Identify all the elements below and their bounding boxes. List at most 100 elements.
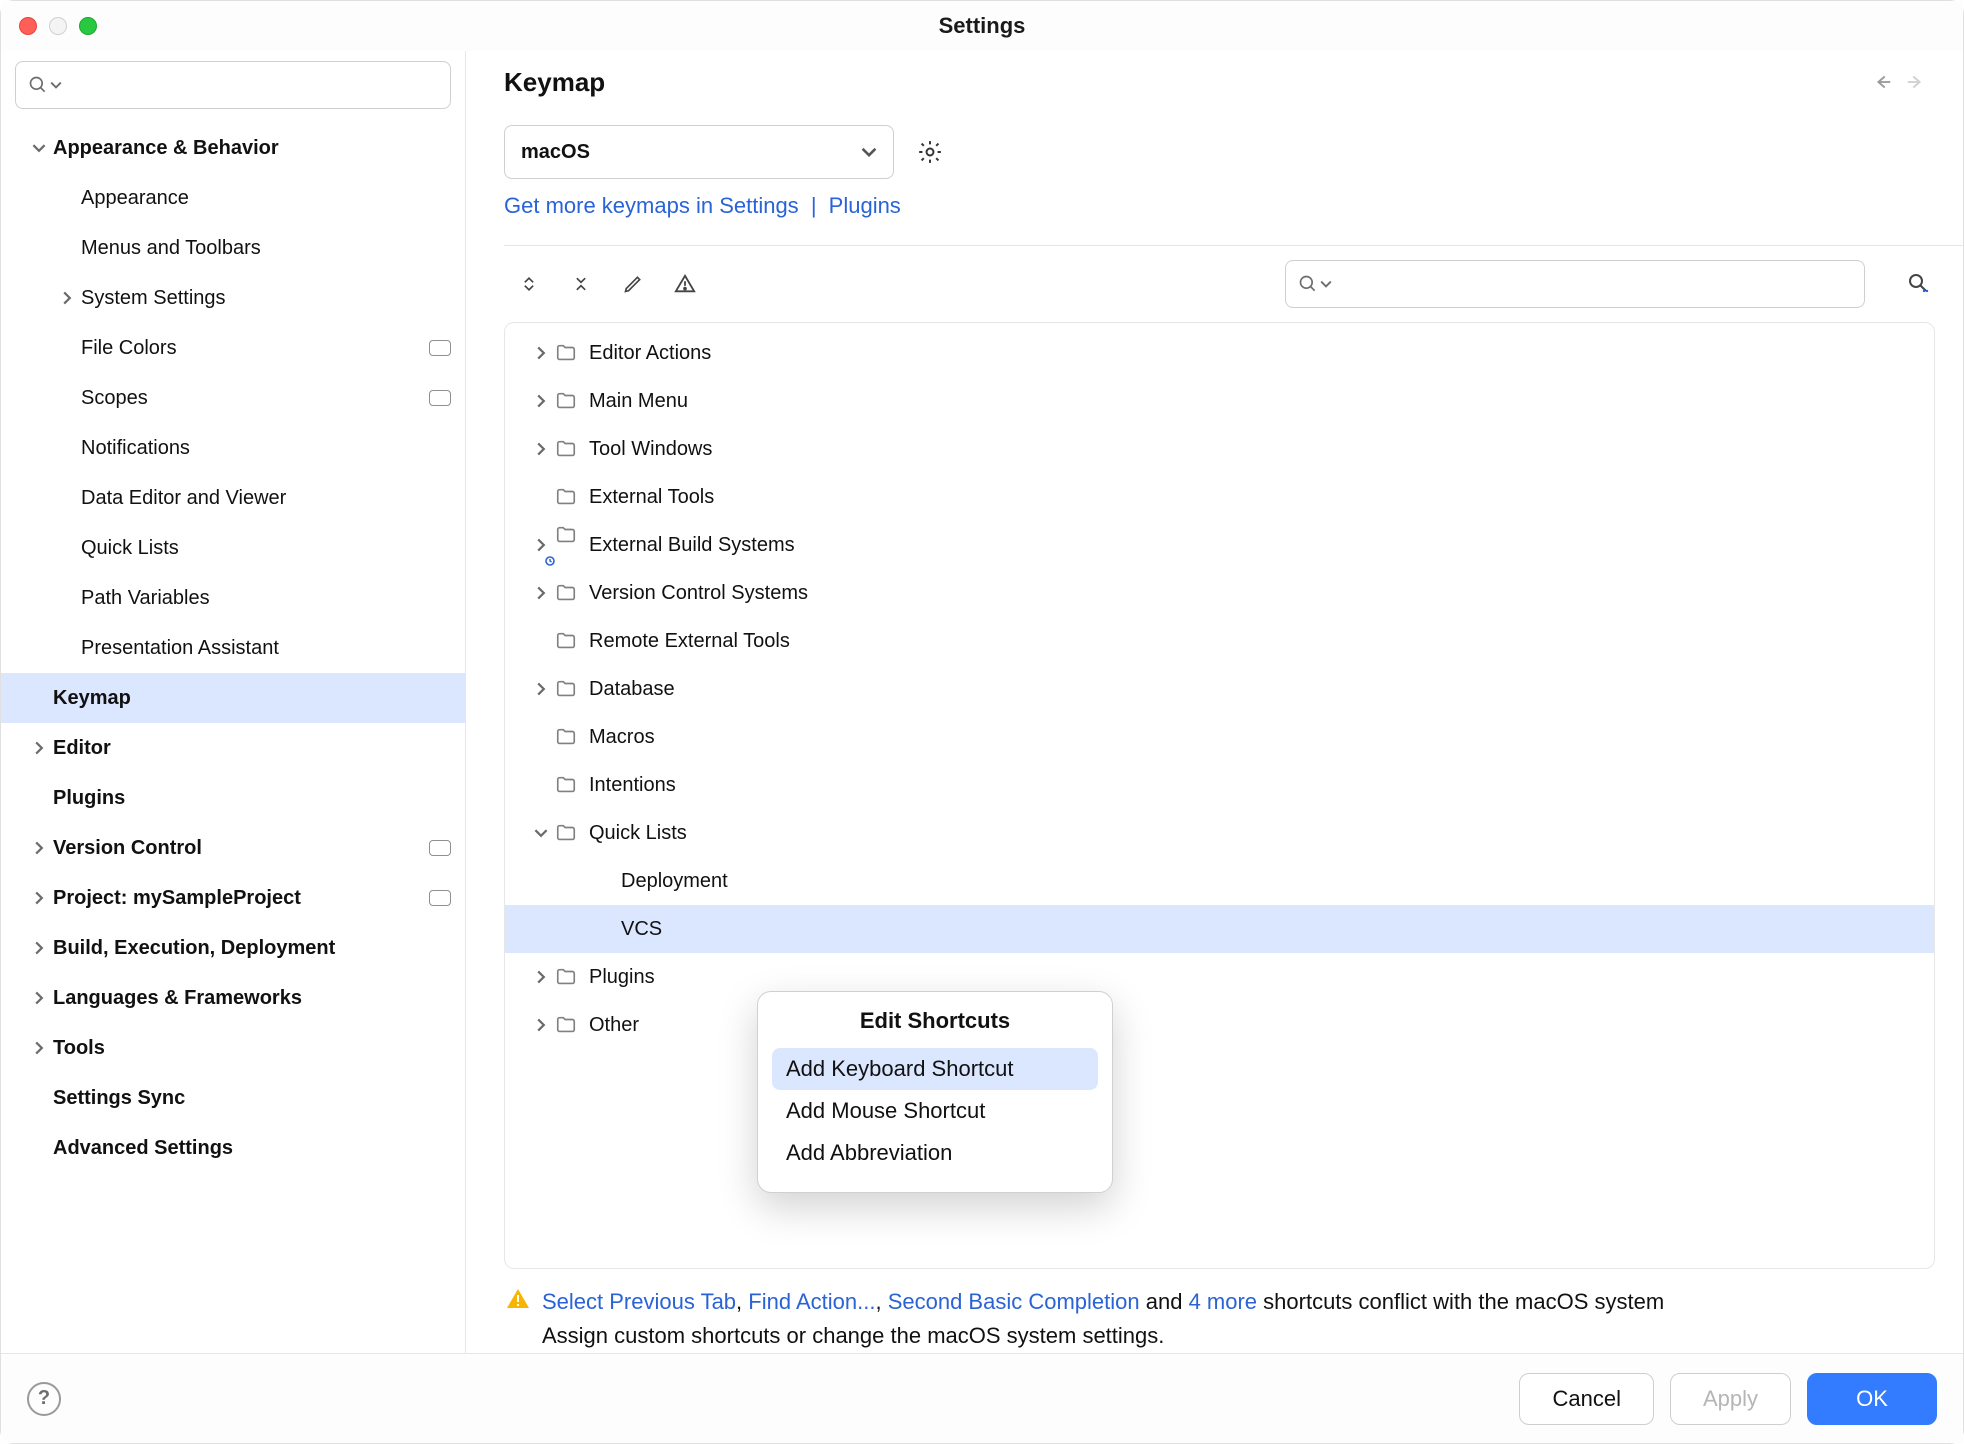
keymap-tree-row[interactable]: Editor Actions <box>505 329 1934 377</box>
sidebar-item[interactable]: Menus and Toolbars <box>1 223 465 273</box>
conflicts-button[interactable] <box>668 267 702 301</box>
sidebar-item[interactable]: Settings Sync <box>1 1073 465 1123</box>
keymap-select[interactable]: macOS <box>504 125 894 179</box>
sidebar-item-label: Scopes <box>81 387 429 410</box>
expander-icon[interactable] <box>527 970 555 984</box>
cancel-button[interactable]: Cancel <box>1519 1373 1653 1425</box>
expander-icon[interactable] <box>25 941 53 955</box>
content-area: Keymap macOS Get more keymaps in Setting… <box>466 51 1963 1353</box>
apply-button[interactable]: Apply <box>1670 1373 1791 1425</box>
sidebar-item[interactable]: Keymap <box>1 673 465 723</box>
expander-icon[interactable] <box>25 141 53 155</box>
nav-forward-button[interactable] <box>1899 65 1933 99</box>
sidebar-item[interactable]: Version Control <box>1 823 465 873</box>
folder-icon <box>555 524 577 566</box>
keymap-tree-label: Database <box>589 678 675 701</box>
sidebar-item[interactable]: Build, Execution, Deployment <box>1 923 465 973</box>
sidebar-item[interactable]: Notifications <box>1 423 465 473</box>
context-menu-item[interactable]: Add Keyboard Shortcut <box>772 1048 1098 1090</box>
sidebar-item[interactable]: Presentation Assistant <box>1 623 465 673</box>
sidebar-item[interactable]: Project: mySampleProject <box>1 873 465 923</box>
sidebar-search-input[interactable] <box>62 74 438 97</box>
sidebar-item-label: Data Editor and Viewer <box>81 487 451 510</box>
keymap-tree-row[interactable]: Quick Lists <box>505 809 1934 857</box>
sidebar-item[interactable]: Appearance <box>1 173 465 223</box>
expander-icon[interactable] <box>527 826 555 840</box>
sidebar-item[interactable]: Scopes <box>1 373 465 423</box>
keymap-tree-label: External Tools <box>589 486 714 509</box>
sidebar-item[interactable]: File Colors <box>1 323 465 373</box>
expander-icon[interactable] <box>25 1041 53 1055</box>
keymap-search-input[interactable] <box>1332 273 1852 296</box>
sidebar-item-label: Keymap <box>53 687 451 710</box>
keymap-tree[interactable]: Editor Actions Main Menu Tool Windows Exter… <box>505 323 1934 1049</box>
sidebar-item-label: Editor <box>53 737 451 760</box>
keymap-tree-label: Main Menu <box>589 390 688 413</box>
expander-icon[interactable] <box>527 442 555 456</box>
project-badge-icon <box>429 890 451 906</box>
warning-line2: Assign custom shortcuts or change the ma… <box>542 1323 1164 1348</box>
sidebar-item[interactable]: Languages & Frameworks <box>1 973 465 1023</box>
conflict-link[interactable]: Second Basic Completion <box>888 1289 1140 1314</box>
keymap-tree-row[interactable]: Database <box>505 665 1934 713</box>
sidebar-item[interactable]: Tools <box>1 1023 465 1073</box>
sidebar-item-label: Plugins <box>53 787 451 810</box>
keymap-tree-row[interactable]: Remote External Tools <box>505 617 1934 665</box>
keymap-tree-label: Plugins <box>589 966 655 989</box>
keymap-tree-row[interactable]: Main Menu <box>505 377 1934 425</box>
more-keymaps-plugins-link[interactable]: Plugins <box>829 193 901 218</box>
keymap-tree-row[interactable]: External Build Systems <box>505 521 1934 569</box>
ok-button[interactable]: OK <box>1807 1373 1937 1425</box>
sidebar-item[interactable]: Editor <box>1 723 465 773</box>
keymap-tree-label: External Build Systems <box>589 534 795 557</box>
collapse-all-button[interactable] <box>564 267 598 301</box>
expander-icon[interactable] <box>527 394 555 408</box>
expander-icon[interactable] <box>527 538 555 552</box>
sidebar-item-label: Languages & Frameworks <box>53 987 451 1010</box>
expander-icon[interactable] <box>53 291 81 305</box>
sidebar-item[interactable]: Quick Lists <box>1 523 465 573</box>
context-menu-item[interactable]: Add Mouse Shortcut <box>772 1090 1098 1132</box>
keymap-tree-row[interactable]: Intentions <box>505 761 1934 809</box>
sidebar-item-label: File Colors <box>81 337 429 360</box>
keymap-tree-row[interactable]: Tool Windows <box>505 425 1934 473</box>
keymap-tree-row[interactable]: Macros <box>505 713 1934 761</box>
sidebar-item[interactable]: Plugins <box>1 773 465 823</box>
expander-icon[interactable] <box>25 891 53 905</box>
find-by-shortcut-button[interactable] <box>1901 267 1935 301</box>
keymap-tree-row[interactable]: Version Control Systems <box>505 569 1934 617</box>
sidebar-item[interactable]: Advanced Settings <box>1 1123 465 1173</box>
sidebar-search[interactable] <box>15 61 451 109</box>
expand-all-button[interactable] <box>512 267 546 301</box>
expander-icon[interactable] <box>527 346 555 360</box>
keymap-tree-row[interactable]: External Tools <box>505 473 1934 521</box>
project-badge-icon <box>429 390 451 406</box>
expander-icon[interactable] <box>25 741 53 755</box>
more-keymaps-settings-link[interactable]: Get more keymaps in Settings <box>504 193 799 218</box>
sidebar-item[interactable]: Path Variables <box>1 573 465 623</box>
keymap-tree-row[interactable]: Other <box>505 1001 1934 1049</box>
conflict-link[interactable]: Select Previous Tab <box>542 1289 736 1314</box>
conflict-link[interactable]: Find Action... <box>748 1289 875 1314</box>
keymap-search[interactable] <box>1285 260 1865 308</box>
context-menu-item[interactable]: Add Abbreviation <box>772 1132 1098 1174</box>
keymap-toolbar <box>504 245 1963 322</box>
expander-icon[interactable] <box>527 586 555 600</box>
keymap-tree-row[interactable]: Deployment <box>505 857 1934 905</box>
keymap-tree-row[interactable]: VCS <box>505 905 1934 953</box>
expander-icon[interactable] <box>527 682 555 696</box>
expander-icon[interactable] <box>25 991 53 1005</box>
sidebar-item-label: Presentation Assistant <box>81 637 451 660</box>
keymap-settings-button[interactable] <box>912 134 948 170</box>
sidebar-item-label: Settings Sync <box>53 1087 451 1110</box>
nav-back-button[interactable] <box>1865 65 1899 99</box>
conflict-more-link[interactable]: 4 more <box>1189 1289 1257 1314</box>
keymap-tree-row[interactable]: Plugins <box>505 953 1934 1001</box>
edit-shortcut-button[interactable] <box>616 267 650 301</box>
expander-icon[interactable] <box>25 841 53 855</box>
sidebar-item[interactable]: Data Editor and Viewer <box>1 473 465 523</box>
expander-icon[interactable] <box>527 1018 555 1032</box>
help-button[interactable]: ? <box>27 1382 61 1416</box>
sidebar-item[interactable]: System Settings <box>1 273 465 323</box>
sidebar-item[interactable]: Appearance & Behavior <box>1 123 465 173</box>
